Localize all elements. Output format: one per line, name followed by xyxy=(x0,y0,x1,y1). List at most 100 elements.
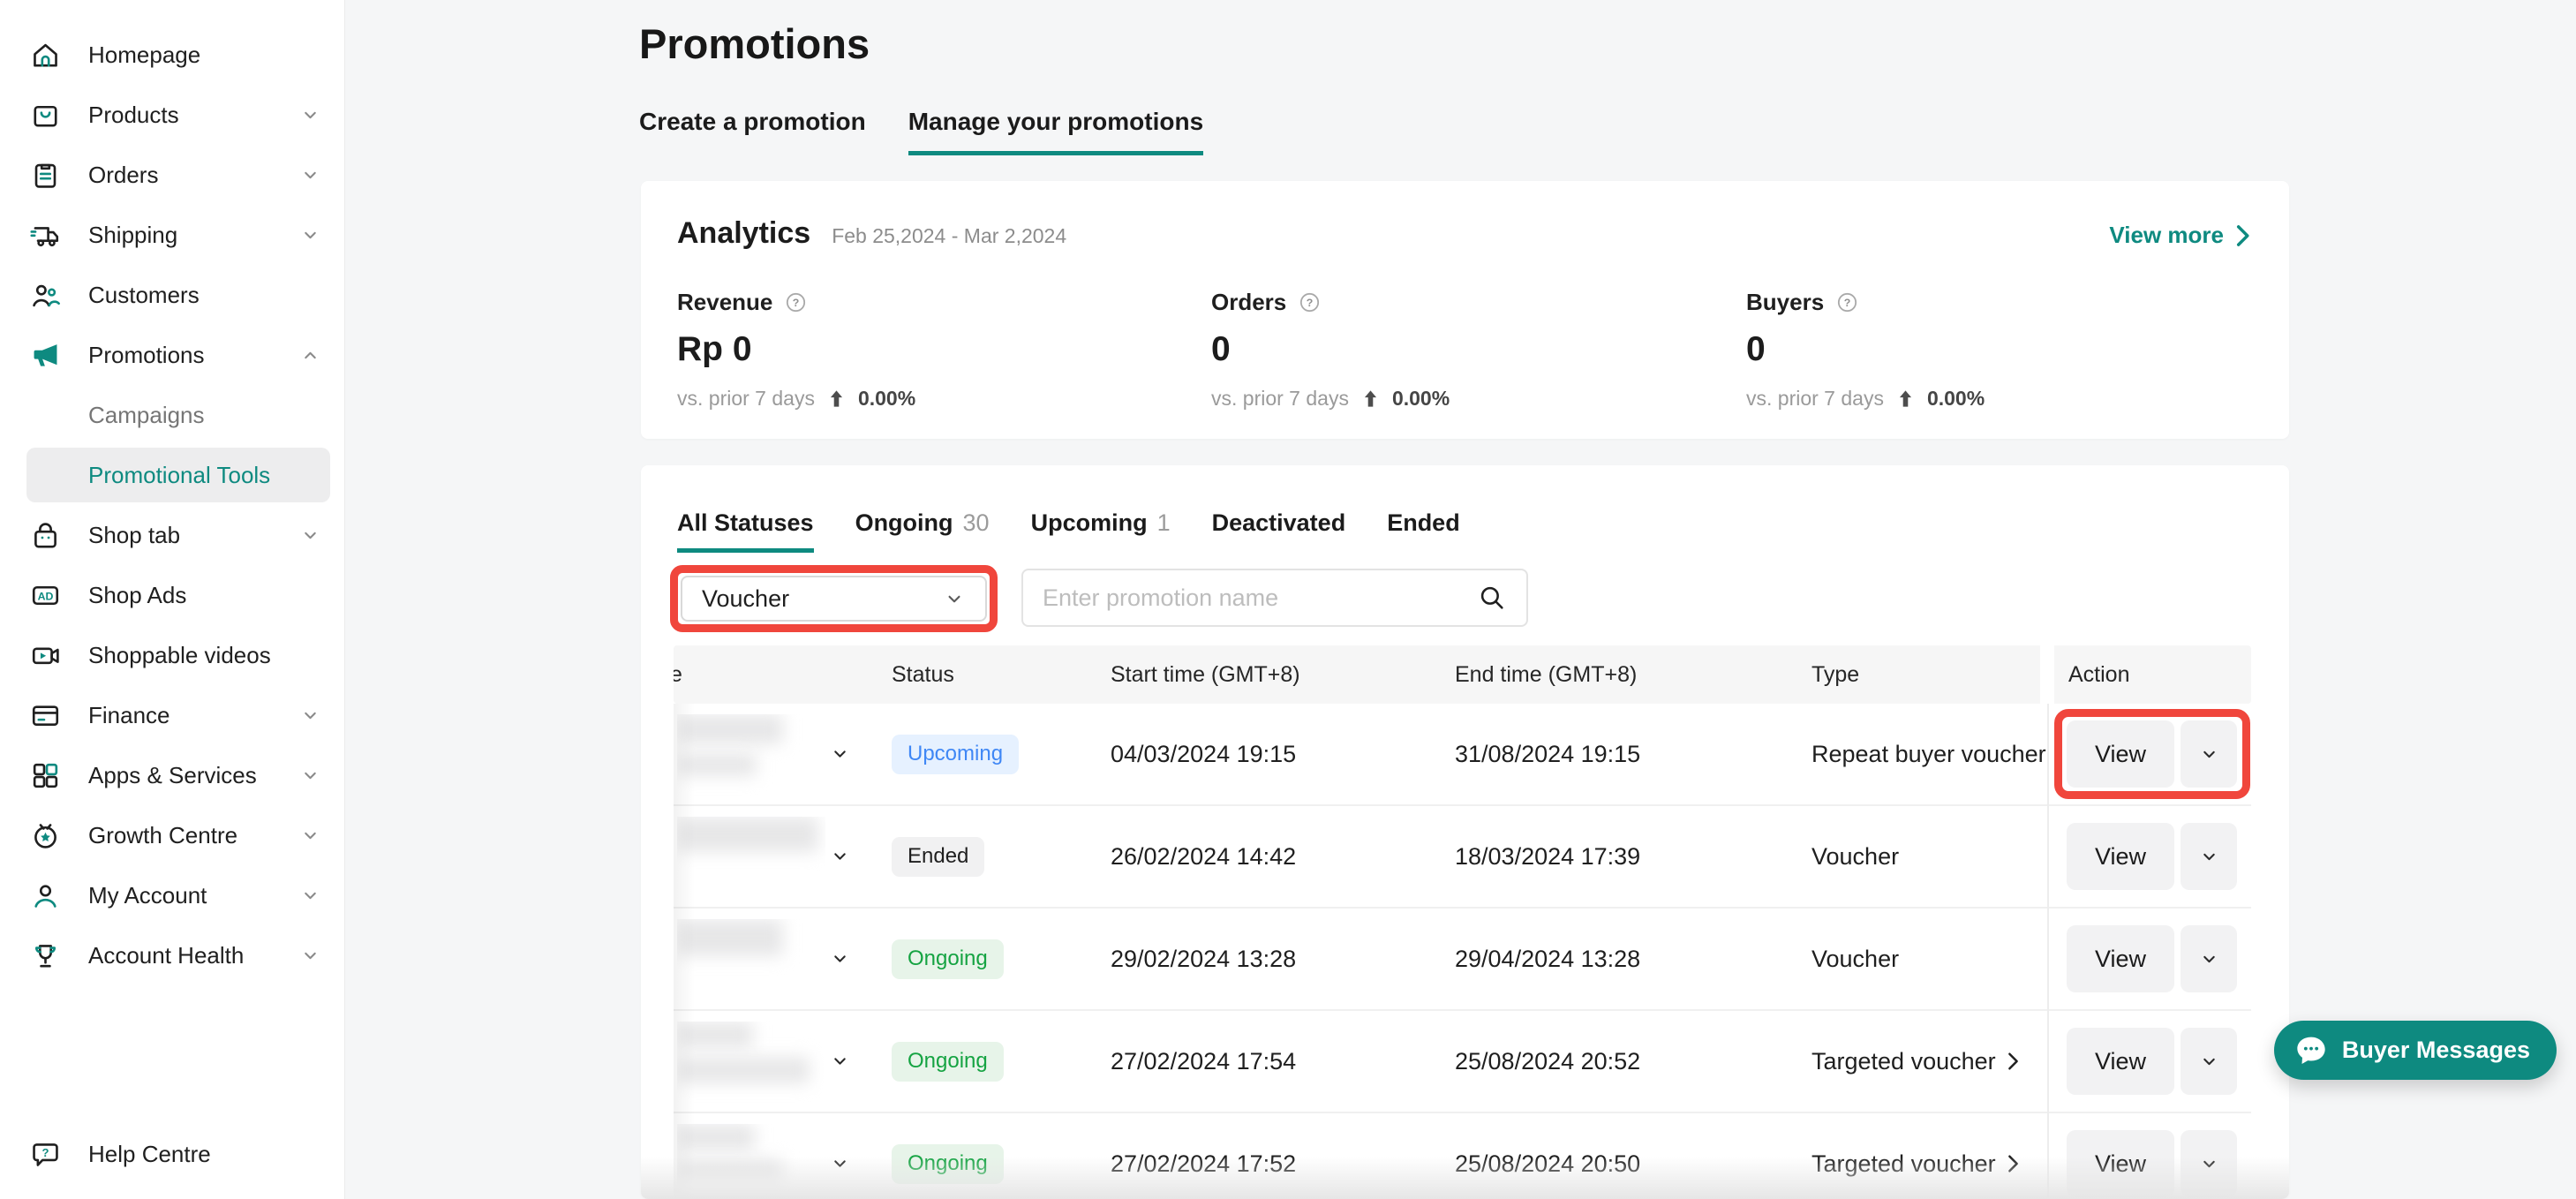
status-tab-deactivated[interactable]: Deactivated xyxy=(1212,509,1346,553)
status-tab-count: 30 xyxy=(963,509,990,541)
products-icon xyxy=(29,99,62,132)
help-centre-icon: ? xyxy=(29,1138,62,1171)
sidebar-item-label: Growth Centre xyxy=(88,822,237,849)
orders-icon xyxy=(29,159,62,192)
sidebar-item-products[interactable]: Products xyxy=(0,85,344,145)
analytics-header: Analytics Feb 25,2024 - Mar 2,2024 xyxy=(677,216,1066,251)
sidebar-item-shop-ads[interactable]: AD Shop Ads xyxy=(0,565,344,625)
sidebar-item-my-account[interactable]: My Account xyxy=(0,865,344,925)
search-icon[interactable] xyxy=(1477,583,1507,613)
metric-orders: Orders ? 0 vs. prior 7 days 0.00% xyxy=(1211,289,1450,411)
sidebar-item-label: Shoppable videos xyxy=(88,642,271,669)
sidebar-item-promotions[interactable]: Promotions xyxy=(0,325,344,385)
action-buttons: View xyxy=(2067,1028,2237,1095)
promotion-type[interactable]: Targeted voucher xyxy=(1811,1011,2020,1112)
status-tab-ongoing[interactable]: Ongoing30 xyxy=(855,509,990,553)
chevron-down-icon xyxy=(299,104,321,126)
sidebar-nav: HomepageProductsOrdersShippingCustomersP… xyxy=(0,25,344,985)
sidebar-item-label: Account Health xyxy=(88,942,244,969)
metric-label: Revenue xyxy=(677,289,772,316)
promotion-type-select[interactable]: Voucher xyxy=(681,576,987,622)
tab-manage-your-promotions[interactable]: Manage your promotions xyxy=(908,108,1203,155)
chevron-down-icon xyxy=(299,765,321,787)
view-dropdown-chevron-down-icon[interactable] xyxy=(2181,720,2237,788)
column-header-end-time-gmt-8: End time (GMT+8) xyxy=(1455,645,1637,704)
chevron-right-icon xyxy=(2234,224,2250,247)
growth-centre-icon xyxy=(29,819,62,852)
sidebar-item-help-centre[interactable]: ? Help Centre xyxy=(0,1124,344,1184)
arrow-up-icon xyxy=(1898,389,1913,408)
sidebar-item-label: Campaigns xyxy=(88,402,205,429)
sidebar-item-promotional-tools[interactable]: Promotional Tools xyxy=(26,448,330,502)
view-dropdown-chevron-down-icon[interactable] xyxy=(2181,1028,2237,1095)
sidebar-item-account-health[interactable]: Account Health xyxy=(0,925,344,985)
sidebar-item-finance[interactable]: Finance xyxy=(0,685,344,745)
question-icon[interactable]: ? xyxy=(1835,290,1859,314)
sidebar-item-growth-centre[interactable]: Growth Centre xyxy=(0,805,344,865)
sidebar-item-shipping[interactable]: Shipping xyxy=(0,205,344,265)
promotion-type[interactable]: Targeted voucher xyxy=(1811,1113,2020,1199)
column-header-status: Status xyxy=(892,645,954,704)
sidebar-footer: ? Help Centre xyxy=(0,1124,344,1184)
expand-row-chevron-down-icon[interactable] xyxy=(829,1051,851,1073)
question-icon[interactable]: ? xyxy=(784,290,808,314)
search-input[interactable] xyxy=(1043,584,1477,612)
action-buttons: View xyxy=(2067,1130,2237,1197)
chevron-down-icon xyxy=(299,825,321,847)
status-tab-ended[interactable]: Ended xyxy=(1387,509,1460,553)
view-dropdown-chevron-down-icon[interactable] xyxy=(2181,823,2237,890)
buyer-messages-button[interactable]: Buyer Messages xyxy=(2274,1021,2557,1080)
end-time: 25/08/2024 20:52 xyxy=(1455,1011,1640,1112)
sidebar-item-shop-tab[interactable]: Shop tab xyxy=(0,505,344,565)
sidebar-item-campaigns[interactable]: Campaigns xyxy=(0,385,344,445)
view-button[interactable]: View xyxy=(2067,1130,2174,1197)
promotion-search xyxy=(1021,569,1528,627)
view-button[interactable]: View xyxy=(2067,925,2174,992)
action-column-divider xyxy=(2047,704,2049,1199)
table-row: Ongoing 27/02/2024 17:54 25/08/2024 20:5… xyxy=(674,1011,2251,1113)
sidebar: HomepageProductsOrdersShippingCustomersP… xyxy=(0,0,345,1199)
svg-text:?: ? xyxy=(793,297,800,309)
status-badge: Ongoing xyxy=(892,1042,1004,1082)
status-tab-count: 1 xyxy=(1157,509,1171,541)
status-badge: Ongoing xyxy=(892,1144,1004,1184)
sidebar-item-label: Shop Ads xyxy=(88,582,186,609)
view-more-label: View more xyxy=(2109,222,2224,249)
view-dropdown-chevron-down-icon[interactable] xyxy=(2181,1130,2237,1197)
question-icon[interactable]: ? xyxy=(1298,290,1322,314)
sidebar-item-customers[interactable]: Customers xyxy=(0,265,344,325)
start-time: 04/03/2024 19:15 xyxy=(1111,704,1296,804)
view-dropdown-chevron-down-icon[interactable] xyxy=(2181,925,2237,992)
sidebar-item-label: Apps & Services xyxy=(88,762,257,789)
expand-row-chevron-down-icon[interactable] xyxy=(829,1153,851,1175)
table-row: Ongoing 27/02/2024 17:52 25/08/2024 20:5… xyxy=(674,1113,2251,1199)
sidebar-item-apps-services[interactable]: Apps & Services xyxy=(0,745,344,805)
status-tabs: All Statuses Ongoing30 Upcoming1 Deactivate… xyxy=(677,509,1460,553)
view-more-link[interactable]: View more xyxy=(2109,222,2250,249)
expand-row-chevron-down-icon[interactable] xyxy=(829,948,851,970)
view-button[interactable]: View xyxy=(2067,720,2174,788)
status-tab-upcoming[interactable]: Upcoming1 xyxy=(1031,509,1171,553)
action-buttons: View xyxy=(2067,720,2237,788)
metric-compare-label: vs. prior 7 days xyxy=(1746,387,1884,411)
sidebar-item-orders[interactable]: Orders xyxy=(0,145,344,205)
chevron-down-icon xyxy=(299,705,321,727)
tab-create-a-promotion[interactable]: Create a promotion xyxy=(639,108,866,155)
sidebar-item-homepage[interactable]: Homepage xyxy=(0,25,344,85)
promotion-name-redacted xyxy=(677,817,825,898)
chevron-right-icon xyxy=(2007,1154,2020,1173)
view-button[interactable]: View xyxy=(2067,823,2174,890)
view-button[interactable]: View xyxy=(2067,1028,2174,1095)
promotions-table: eStatusStart time (GMT+8)End time (GMT+8… xyxy=(674,645,2251,1199)
status-tab-all-statuses[interactable]: All Statuses xyxy=(677,509,814,553)
my-account-icon xyxy=(29,879,62,912)
sidebar-item-shoppable-videos[interactable]: Shoppable videos xyxy=(0,625,344,685)
svg-text:AD: AD xyxy=(38,590,54,602)
page-tabs: Create a promotion Manage your promotions xyxy=(639,108,1203,155)
end-time: 18/03/2024 17:39 xyxy=(1455,806,1640,907)
expand-row-chevron-down-icon[interactable] xyxy=(829,846,851,868)
end-time: 25/08/2024 20:50 xyxy=(1455,1113,1640,1199)
column-header-type: Type xyxy=(1811,645,1859,704)
sidebar-item-label: Help Centre xyxy=(88,1141,211,1168)
expand-row-chevron-down-icon[interactable] xyxy=(829,743,851,765)
